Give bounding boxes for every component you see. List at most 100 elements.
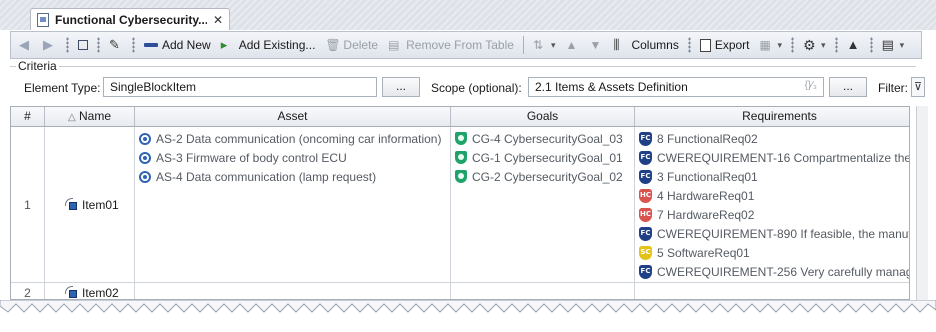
options-button[interactable]: ⚙ ▾ <box>799 36 830 54</box>
trash-icon: 🗑 <box>325 38 341 52</box>
toolbar-grip[interactable] <box>791 37 795 53</box>
toolbar-grip[interactable] <box>687 37 691 53</box>
goals-cell[interactable]: CG-4 CybersecurityGoal_03 CG-1 Cybersecu… <box>451 127 635 283</box>
column-header-requirements[interactable]: Requirements <box>635 107 909 127</box>
scope-field[interactable]: 2.1 Items & Assets Definition {}⁄₃ <box>528 77 824 97</box>
remove-from-table-button[interactable]: ▤ Remove From Table <box>384 36 518 54</box>
export-label: Export <box>714 38 750 52</box>
list-item[interactable]: HC 7 HardwareReq02 <box>639 205 909 224</box>
requirement-label: 4 HardwareReq01 <box>657 188 755 203</box>
column-header-name[interactable]: △ Name <box>45 107 135 127</box>
add-existing-button[interactable]: ▸ Add Existing... <box>217 36 320 54</box>
toolbar: ◀ ▶ ✎ Add New ▸ Add Existing... 🗑 Delete… <box>10 31 922 59</box>
list-item[interactable]: HC 4 HardwareReq01 <box>639 186 909 205</box>
toolbar-grip[interactable] <box>97 37 100 53</box>
export-icon <box>699 38 711 52</box>
cybersecurity-goal-icon <box>455 170 467 183</box>
list-item[interactable]: FC CWEREQUIREMENT-256 Very carefully mana… <box>639 262 909 281</box>
column-header-name-label: Name <box>79 109 112 123</box>
arrow-down-icon: ▼ <box>589 38 602 52</box>
list-item[interactable]: FC 8 FunctionalReq02 <box>639 129 909 148</box>
list-item[interactable]: CG-4 CybersecurityGoal_03 <box>455 129 634 148</box>
requirement-label: 8 FunctionalReq02 <box>657 131 758 146</box>
tab-functional-cybersecurity[interactable]: Functional Cybersecurity... ✕ <box>30 8 230 30</box>
column-header-number[interactable]: # <box>11 107 45 127</box>
list-item[interactable]: FC CWEREQUIREMENT-890 If feasible, the ma… <box>639 224 910 243</box>
element-type-field[interactable]: SingleBlockItem <box>103 77 377 97</box>
asset-label: AS-2 Data communication (oncoming car in… <box>156 131 442 146</box>
back-button[interactable]: ◀ <box>15 36 37 54</box>
scope-browse-button[interactable]: ... <box>829 77 867 97</box>
block-item-icon <box>65 197 79 212</box>
list-item[interactable]: FC CWEREQUIREMENT-16 Compartmentalize the… <box>639 148 910 167</box>
vertical-scrollbar[interactable] <box>916 106 928 300</box>
delete-button[interactable]: 🗑 Delete <box>321 36 382 54</box>
requirement-label: CWEREQUIREMENT-890 If feasible, the manu… <box>657 226 910 241</box>
list-item[interactable]: CG-1 CybersecurityGoal_01 <box>455 148 634 167</box>
functional-requirement-icon: FC <box>639 264 652 279</box>
requirement-label: CWEREQUIREMENT-16 Compartmentalize the s… <box>657 150 910 165</box>
goal-label: CG-2 CybersecurityGoal_02 <box>472 169 623 184</box>
list-item[interactable]: AS-2 Data communication (oncoming car in… <box>139 129 450 148</box>
table-row-name-cell[interactable]: Item02 <box>45 283 135 300</box>
table-document-icon <box>37 12 49 27</box>
add-new-button[interactable]: Add New <box>140 36 215 54</box>
element-type-label: Element Type: <box>24 81 101 95</box>
hierarchy-button[interactable] <box>74 38 92 52</box>
edit-element-button[interactable]: ✎ <box>105 36 127 54</box>
criteria-legend: Criteria <box>16 59 59 73</box>
list-item[interactable]: FC 3 FunctionalReq01 <box>639 167 909 186</box>
tab-strip: Functional Cybersecurity... ✕ <box>0 0 936 30</box>
edit-icon: ✎ <box>109 37 120 52</box>
item-name: Item02 <box>82 285 119 300</box>
list-item[interactable]: AS-3 Firmware of body control ECU <box>139 148 450 167</box>
columns-button[interactable]: ⫼ Columns <box>609 36 682 54</box>
goals-cell[interactable] <box>451 283 635 299</box>
toolbar-grip[interactable] <box>834 37 838 53</box>
asset-cell[interactable]: AS-2 Data communication (oncoming car in… <box>135 127 451 283</box>
chevron-down-icon: ▾ <box>550 39 556 50</box>
move-up-button[interactable]: ▲ <box>561 36 583 54</box>
list-item[interactable]: AS-4 Data communication (lamp request) <box>139 167 450 186</box>
row-number: 2 <box>11 283 45 299</box>
column-header-goals[interactable]: Goals <box>451 107 635 127</box>
list-item[interactable]: CG-2 CybersecurityGoal_02 <box>455 167 634 186</box>
tree-icon <box>78 40 88 50</box>
report-button[interactable]: ▦ ▾ <box>756 36 787 54</box>
close-icon[interactable]: ✕ <box>213 13 223 27</box>
block-item-icon <box>65 285 79 300</box>
requirements-cell[interactable] <box>635 283 909 299</box>
forward-button[interactable]: ▶ <box>39 36 61 54</box>
delete-label: Delete <box>343 38 379 52</box>
functional-requirement-icon: FC <box>639 150 652 165</box>
column-header-asset[interactable]: Asset <box>135 107 451 127</box>
hardware-requirement-icon: HC <box>639 188 652 203</box>
functional-requirement-icon: FC <box>639 169 652 184</box>
add-existing-icon: ▸ <box>220 37 228 52</box>
report-icon: ▦ <box>759 38 771 52</box>
filter-icon[interactable]: ⊽ <box>911 77 925 97</box>
move-button[interactable]: ⇅ ▾ <box>529 36 560 54</box>
element-type-browse-button[interactable]: ... <box>382 77 420 97</box>
export-button[interactable]: Export <box>696 36 754 54</box>
collapse-button[interactable]: ▲ <box>843 36 865 54</box>
layout-button[interactable]: ▤ ▾ <box>878 36 909 54</box>
toolbar-grip[interactable] <box>869 37 873 53</box>
list-item[interactable]: SC 5 SoftwareReq01 <box>639 243 909 262</box>
asset-icon <box>139 132 151 145</box>
arrow-right-icon: ▶ <box>43 37 53 52</box>
requirement-label: 5 SoftwareReq01 <box>657 245 750 260</box>
requirement-label: 3 FunctionalReq01 <box>657 169 758 184</box>
requirements-cell[interactable]: FC 8 FunctionalReq02 FC CWEREQUIREMENT-16 … <box>635 127 910 283</box>
table-row-name-cell[interactable]: Item01 <box>45 127 135 283</box>
asset-cell[interactable] <box>135 283 451 299</box>
toolbar-separator <box>522 36 524 54</box>
asset-label: AS-3 Firmware of body control ECU <box>156 150 347 165</box>
move-down-button[interactable]: ▼ <box>585 36 607 54</box>
scope-label: Scope (optional): <box>431 81 522 95</box>
tab-title: Functional Cybersecurity... <box>55 12 207 27</box>
toolbar-grip[interactable] <box>66 37 69 53</box>
gear-icon: ⚙ <box>803 37 816 53</box>
goal-label: CG-4 CybersecurityGoal_03 <box>472 131 623 146</box>
toolbar-grip[interactable] <box>132 37 135 53</box>
